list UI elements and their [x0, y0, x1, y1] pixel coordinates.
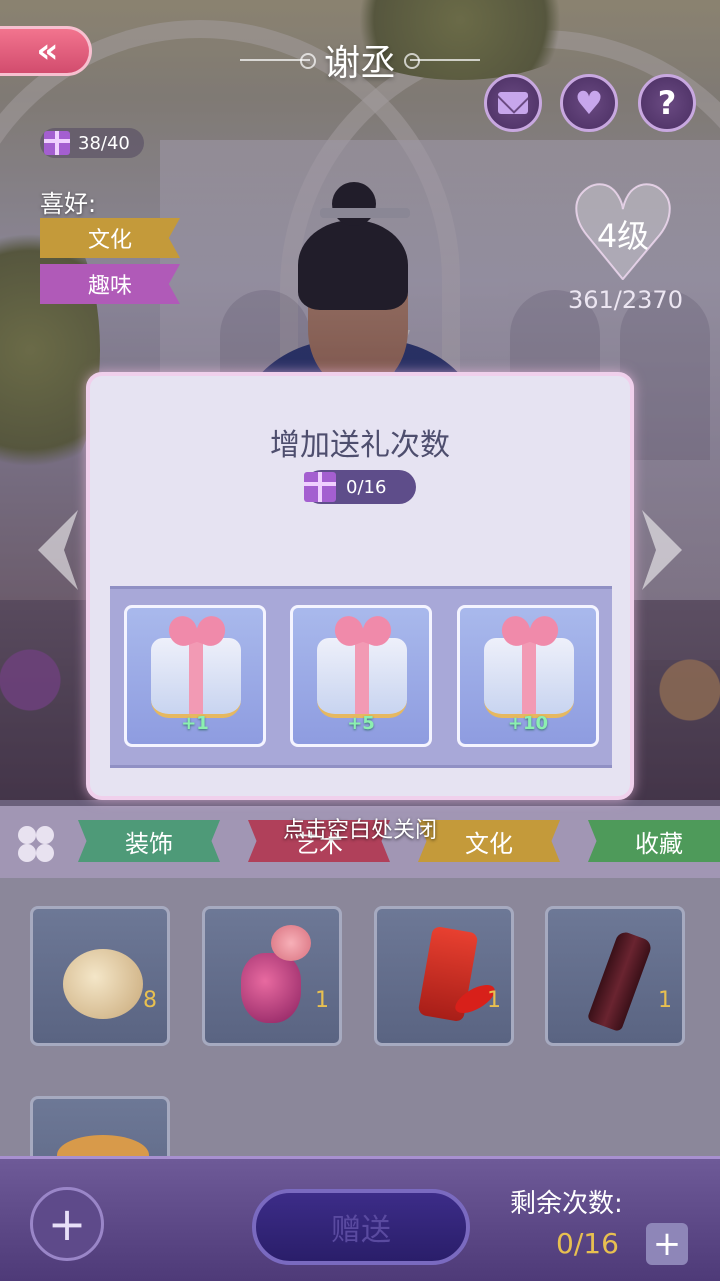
- sugar-bowl-icon: [63, 949, 143, 1019]
- help-button[interactable]: ?: [638, 74, 696, 132]
- bow-icon: [502, 616, 558, 652]
- affection-progress: 361/2370: [568, 286, 683, 314]
- item-quantity: 8: [143, 988, 157, 1013]
- dialog-gift-count-value: 0/16: [346, 476, 387, 498]
- gift-option-1[interactable]: +1: [124, 605, 266, 747]
- prev-character-arrow-icon[interactable]: [38, 510, 78, 590]
- remaining-label: 剩余次数:: [510, 1189, 623, 1219]
- gift-option-5[interactable]: +5: [290, 605, 432, 747]
- bow-icon: [335, 616, 391, 652]
- page-title: 谢丞: [323, 43, 396, 84]
- item-slot[interactable]: 1: [202, 906, 342, 1046]
- hobby-tag: 文化: [40, 218, 180, 258]
- next-character-arrow-icon[interactable]: [642, 510, 682, 590]
- add-remaining-button[interactable]: +: [646, 1223, 688, 1265]
- gift-option-10[interactable]: +10: [457, 605, 599, 747]
- gift-option-tray: +1 +5 +10: [110, 586, 612, 768]
- gift-bonus: +1: [181, 713, 209, 734]
- gift-icon: [44, 131, 70, 155]
- bow-icon: [169, 616, 225, 652]
- gift-counter-value: 38/40: [78, 132, 130, 154]
- mail-button[interactable]: [484, 74, 542, 132]
- level-text: 4级: [596, 217, 650, 255]
- rose-icon: [271, 925, 311, 961]
- add-gift-count-dialog: 增加送礼次数 0/16 +1 +5 +10: [86, 372, 634, 800]
- heart-icon: ♥: [574, 84, 604, 122]
- back-arrow-icon: «: [36, 31, 59, 71]
- remaining-value: 0/16: [556, 1227, 619, 1260]
- gift-counter: 38/40: [40, 128, 144, 158]
- mail-icon: [498, 92, 528, 114]
- item-quantity: 1: [487, 988, 501, 1013]
- title-ornament-left: [239, 53, 316, 69]
- dialog-title: 增加送礼次数: [270, 428, 450, 463]
- gift-bonus: +5: [347, 713, 375, 734]
- favorite-button[interactable]: ♥: [560, 74, 618, 132]
- back-button[interactable]: «: [0, 26, 92, 76]
- hobby-tag: 趣味: [40, 264, 180, 304]
- item-slot[interactable]: 1: [374, 906, 514, 1046]
- item-slot[interactable]: 8: [30, 906, 170, 1046]
- add-item-button[interactable]: +: [30, 1187, 104, 1261]
- level-badge: ♥ 4级: [558, 168, 688, 300]
- wine-icon: [586, 929, 654, 1033]
- item-slot[interactable]: 1: [545, 906, 685, 1046]
- title-ornament-right: [404, 53, 480, 69]
- title-bar: 谢丞: [200, 30, 520, 90]
- send-gift-button[interactable]: 赠送: [252, 1189, 470, 1265]
- gift-bonus: +10: [507, 713, 549, 734]
- hobby-label: 喜好:: [40, 190, 97, 218]
- item-grid: 8 1 1 1: [0, 878, 720, 1236]
- close-hint: 点击空白处关闭: [282, 818, 437, 843]
- item-quantity: 1: [658, 988, 672, 1013]
- gift-icon: [304, 472, 336, 502]
- perfume-icon: [241, 953, 301, 1023]
- item-quantity: 1: [315, 988, 329, 1013]
- bottom-bar: + 赠送 剩余次数: 0/16 +: [0, 1156, 720, 1281]
- help-icon: ?: [657, 84, 677, 122]
- dialog-gift-count: 0/16: [304, 470, 416, 504]
